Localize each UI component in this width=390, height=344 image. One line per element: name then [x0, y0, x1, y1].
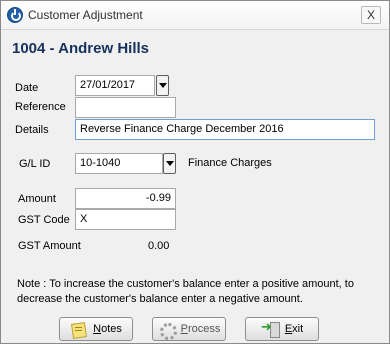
- gst-amount-value: 0.00: [148, 240, 170, 252]
- close-icon: X: [366, 8, 375, 22]
- window-title: Customer Adjustment: [28, 8, 143, 22]
- close-button[interactable]: X: [361, 6, 381, 24]
- gear-icon: [158, 321, 177, 340]
- gst-code-field[interactable]: X: [75, 209, 176, 230]
- exit-door-icon: [261, 320, 280, 338]
- title-bar: Customer Adjustment X: [1, 1, 389, 30]
- gst-code-label: GST Code: [18, 214, 70, 226]
- process-button-label: Process: [180, 323, 221, 335]
- date-label: Date: [15, 82, 39, 94]
- date-field[interactable]: 27/01/2017: [75, 75, 155, 96]
- details-field[interactable]: Reverse Finance Charge December 2016: [75, 119, 375, 140]
- details-label: Details: [15, 124, 49, 136]
- power-icon: [7, 7, 23, 23]
- date-dropdown-button[interactable]: [156, 75, 169, 96]
- customer-adjustment-window: Customer Adjustment X 1004 - Andrew Hill…: [0, 0, 390, 344]
- process-button[interactable]: Process: [152, 317, 226, 341]
- sticky-note-icon: [70, 322, 87, 337]
- amount-field[interactable]: -0.99: [75, 188, 176, 209]
- glid-description: Finance Charges: [188, 157, 272, 169]
- glid-field[interactable]: 10-1040: [75, 153, 163, 174]
- exit-button[interactable]: Exit: [245, 317, 319, 341]
- dialog-body: 1004 - Andrew Hills Date 27/01/2017 Refe…: [1, 31, 389, 343]
- exit-button-label: Exit: [284, 323, 304, 335]
- amount-label: Amount: [18, 193, 56, 205]
- reference-field[interactable]: [75, 97, 176, 118]
- gst-amount-label: GST Amount: [18, 240, 81, 252]
- notes-button[interactable]: Notes: [59, 317, 133, 341]
- reference-label: Reference: [15, 101, 66, 113]
- glid-label: G/L ID: [19, 158, 51, 170]
- notes-button-label: Notes: [93, 323, 122, 335]
- instruction-note: Note : To increase the customer's balanc…: [17, 278, 354, 305]
- customer-heading: 1004 - Andrew Hills: [12, 40, 149, 57]
- glid-dropdown-button[interactable]: [163, 153, 176, 174]
